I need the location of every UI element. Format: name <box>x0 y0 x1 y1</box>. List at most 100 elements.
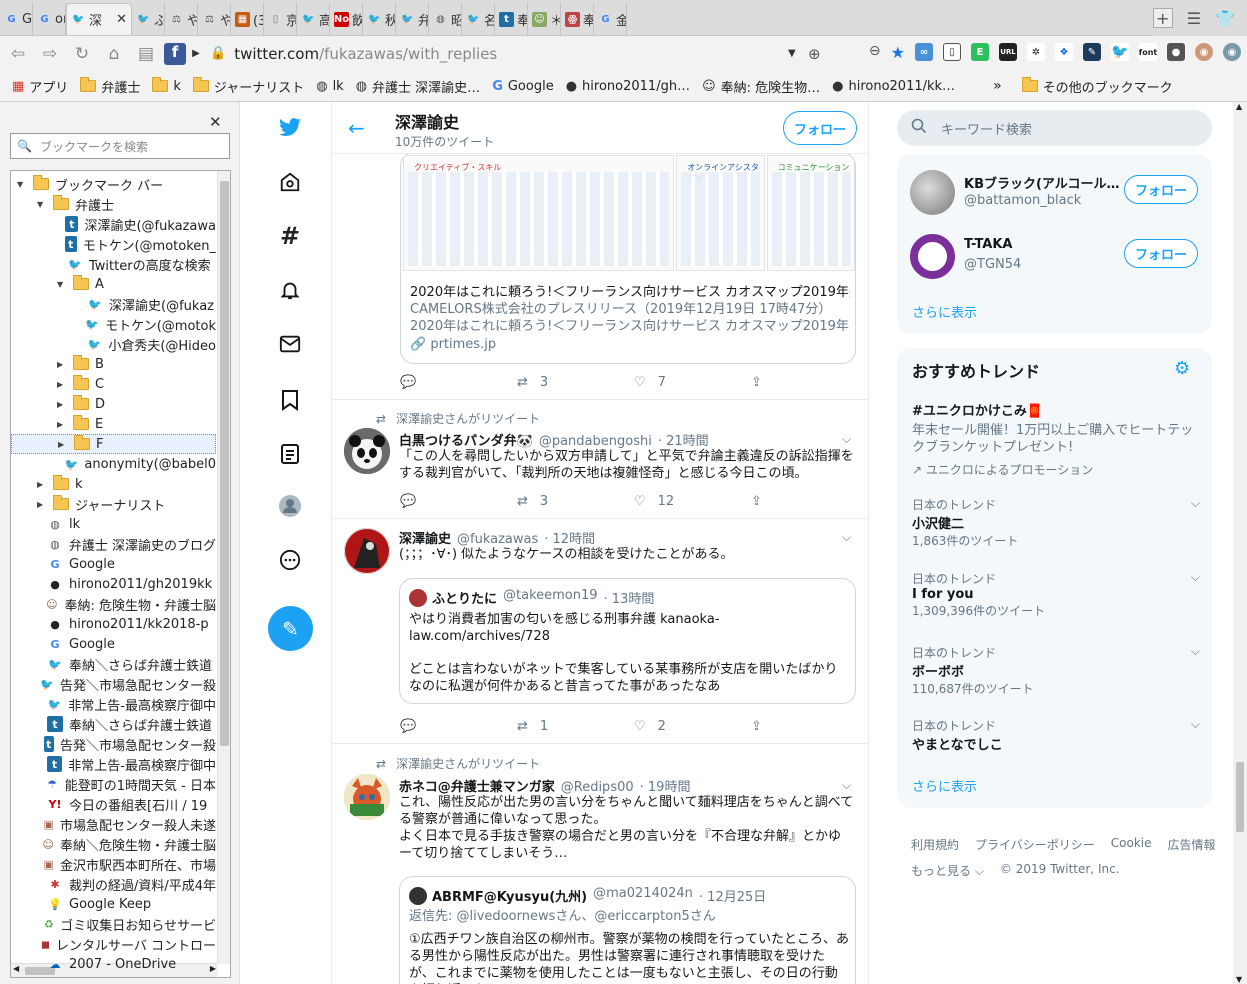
expand-down-icon[interactable]: ▼ <box>37 200 47 209</box>
reload-icon[interactable]: ↻ <box>68 44 96 64</box>
tweet-author-handle[interactable]: @Redips00 <box>561 780 634 795</box>
bookmark-tree-item[interactable]: 🐦 告発＼市場急配センター殺 <box>11 674 216 694</box>
footer-link[interactable]: 広告情報 <box>1168 836 1216 853</box>
tweet-time[interactable]: · 21時間 <box>658 430 709 449</box>
tab-close-icon[interactable]: ✕ <box>116 12 127 27</box>
bookmark-tree-item[interactable]: ☁ 2007 - OneDrive <box>11 954 216 974</box>
lock-ext-icon[interactable]: ● <box>1167 43 1185 61</box>
expand-right-icon[interactable]: ▶ <box>37 500 47 509</box>
browser-tab[interactable]: Gorg-c <box>33 3 66 35</box>
reply-button[interactable]: 💬 <box>400 494 517 509</box>
avatar-ext-icon[interactable]: ◉ <box>1223 43 1241 61</box>
bookmark-item[interactable]: G Google <box>492 79 554 94</box>
bookmark-tree-item[interactable]: ▶ F <box>11 434 216 454</box>
quoted-tweet[interactable]: ABRMF@Kyusyu(九州) @ma0214024n · 12月25日 返信… <box>399 876 856 984</box>
page-scroll-thumb[interactable] <box>1236 762 1244 832</box>
expand-right-icon[interactable]: ▶ <box>58 440 68 449</box>
bookmark-tree-item[interactable]: 🐦 小倉秀夫(@Hideo <box>11 334 216 354</box>
bookmark-tree-item[interactable]: ▶ C <box>11 374 216 394</box>
more-options-icon[interactable] <box>278 548 302 572</box>
address-bar[interactable]: 🔒 twitter.com /fukazawas/with_replies ▼ … <box>210 41 830 66</box>
bookmark-tree-item[interactable]: ▶ D <box>11 394 216 414</box>
link-preview-card[interactable]: クリエイティブ・スキル オンラインアシスタント コミュニケーション 2020年は… <box>400 152 856 364</box>
compose-tweet-button[interactable]: ✎ <box>268 606 313 651</box>
back-arrow-icon[interactable]: ← <box>348 116 365 140</box>
tweet-author-name[interactable]: 深澤諭史 <box>399 528 451 547</box>
browser-tab[interactable]: 🐦 高橋 <box>297 3 330 35</box>
retweet-button[interactable]: ⇄ 3 <box>517 494 634 509</box>
settings-gear-icon[interactable]: ⚙ <box>1174 358 1190 379</box>
reply-button[interactable]: 💬 <box>400 375 517 390</box>
footer-link[interactable]: Cookie <box>1111 836 1152 853</box>
share-button[interactable]: ⇪ <box>751 375 762 390</box>
bookmark-tree-item[interactable]: ● hirono2011/gh2019kk <box>11 574 216 594</box>
gear-ext-icon[interactable]: ✲ <box>1027 43 1045 61</box>
trend-item[interactable]: 日本のトレンド ボーボボ 110,687件のツイート ⌵ <box>912 644 1202 697</box>
more-footer-link[interactable]: もっと見る ⌵ <box>911 862 984 879</box>
bookmark-tree-item[interactable]: ✱ 裁判の経過/資料/平成4年 <box>11 874 216 894</box>
bookmark-item[interactable]: k <box>152 77 181 94</box>
bookmark-tree-item[interactable]: ▣ 金沢市駅西本町所在、市場 <box>11 854 216 874</box>
lists-icon[interactable] <box>278 442 302 466</box>
bookmark-tree-item[interactable]: ▼ 弁護士 <box>11 194 216 214</box>
bookmark-tree-item[interactable]: ♻ ゴミ収集日お知らせサービ <box>11 914 216 934</box>
browser-tab[interactable]: 🐦 秋重 <box>363 3 396 35</box>
bookmark-tree-item[interactable]: 🐦 深澤諭史(@fukaz <box>11 294 216 314</box>
bookmark-item[interactable]: ● hirono2011/kk… <box>832 79 955 94</box>
dropdown-icon[interactable]: ▼ <box>788 48 796 59</box>
bookmark-tree-item[interactable]: ▼ ブックマーク バー <box>11 174 216 194</box>
chevron-down-icon[interactable]: ⌵ <box>842 432 851 447</box>
browser-tab[interactable]: ꙮ奉納 <box>561 3 594 35</box>
like-button[interactable]: ♡ 2 <box>634 719 751 734</box>
bookmark-item[interactable]: ● hirono2011/gh… <box>566 79 690 94</box>
bookmark-tree-item[interactable]: ▼ A <box>11 274 216 294</box>
browser-tab[interactable]: No飲食店 <box>330 3 363 35</box>
bookmark-tree-item[interactable]: t 奉納＼さらば弁護士鉄道 <box>11 714 216 734</box>
avatar[interactable] <box>344 774 390 820</box>
home-icon[interactable]: ⌂ <box>100 44 128 64</box>
tweet-author-handle[interactable]: @fukazawas <box>457 532 538 547</box>
bookmark-tree-item[interactable]: Y! 今日の番組表[石川 / 19 <box>11 794 216 814</box>
close-sidebar-icon[interactable]: ✕ <box>209 113 222 131</box>
star-icon[interactable]: ★ <box>891 43 905 62</box>
trend-item[interactable]: 日本のトレンド やまとなでしこ ⌵ <box>912 717 1202 753</box>
follow-button[interactable]: フォロー <box>1124 239 1198 268</box>
promoted-trend[interactable]: #ユニクロかけこみ🧧 年末セール開催！1万円以上ご購入でヒートテックブランケット… <box>912 400 1202 478</box>
browser-tab[interactable]: 🐦 ふとり <box>132 3 165 35</box>
browser-tab[interactable]: t奉納 <box>495 3 528 35</box>
bookmark-tree-item[interactable]: 💡 Google Keep <box>11 894 216 914</box>
explore-hashtag-icon[interactable]: # <box>278 222 302 250</box>
tweet-author-name[interactable]: 赤ネコ@弁護士兼マンガ家 <box>399 776 555 795</box>
bookmark-tree-item[interactable]: 🐦 モトケン(@motok <box>11 314 216 334</box>
expand-right-icon[interactable]: ▶ <box>57 360 67 369</box>
home-nav-icon[interactable] <box>278 170 302 194</box>
expand-right-icon[interactable]: ▶ <box>57 400 67 409</box>
dropbox-icon[interactable]: ❖ <box>1055 43 1073 61</box>
footer-link[interactable]: 利用規約 <box>911 836 959 853</box>
follow-button[interactable]: フォロー <box>783 111 857 145</box>
trend-item[interactable]: 日本のトレンド 小沢健二 1,863件のツイート ⌵ <box>912 496 1202 549</box>
expand-right-icon[interactable]: ▶ <box>57 380 67 389</box>
other-bookmarks-folder[interactable]: その他のブックマーク <box>1021 77 1173 96</box>
new-tab-button[interactable]: + <box>1152 8 1173 28</box>
bookmark-tree-item[interactable]: 🐦 Twitterの高度な検索 <box>11 254 216 274</box>
sidebar-scroll-thumb[interactable] <box>220 181 229 746</box>
retweet-button[interactable]: ⇄ 3 <box>517 375 634 390</box>
bookmark-tree-item[interactable]: ▶ E <box>11 414 216 434</box>
twitter-search-input[interactable]: キーワード検索 <box>897 110 1212 146</box>
avatar[interactable] <box>344 428 390 474</box>
bookmark-tree-item[interactable]: ☂ 能登町の1時間天気 - 日本 <box>11 774 216 794</box>
bookmark-tree-item[interactable]: 🐦 anonymity(@babel0 <box>11 454 216 474</box>
binoculars-icon[interactable]: ∞ <box>915 43 933 61</box>
bookmark-item[interactable]: ▦ アプリ <box>12 77 68 96</box>
bookmark-item[interactable]: 弁護士 <box>80 77 140 96</box>
bookmark-tree-item[interactable]: t 非常上告-最高検察庁御中 <box>11 754 216 774</box>
reply-button[interactable]: 💬 <box>400 719 517 734</box>
show-more-link[interactable]: さらに表示 <box>912 776 977 795</box>
bookmark-tree-item[interactable]: ● hirono2011/kk2018-p <box>11 614 216 634</box>
reader-icon[interactable]: ▤ <box>132 44 160 64</box>
url-icon[interactable]: URL <box>999 43 1017 61</box>
browser-tab[interactable]: ⚖ やはり <box>198 3 231 35</box>
retweet-button[interactable]: ⇄ 1 <box>517 719 634 734</box>
avatar[interactable] <box>344 528 390 574</box>
